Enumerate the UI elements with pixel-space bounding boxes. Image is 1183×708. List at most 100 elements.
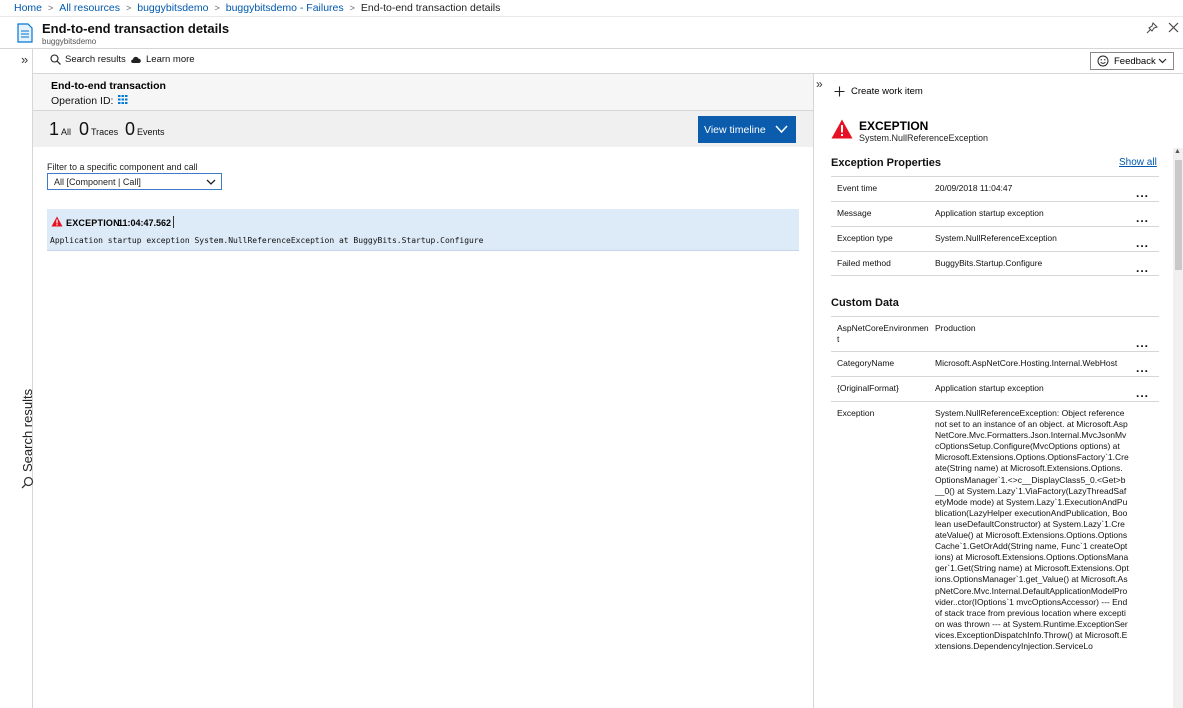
search-results-rail-button[interactable]: Search results (4, 389, 35, 609)
property-value: System.NullReferenceException (935, 233, 1057, 243)
chevron-down-icon (1158, 58, 1167, 64)
exception-row-time: 11:04:47.562 (118, 218, 172, 228)
transaction-title: End-to-end transaction (51, 80, 166, 92)
chevron-down-icon (775, 125, 788, 134)
chevron-right-icon: > (48, 3, 54, 13)
plus-icon (834, 86, 845, 97)
chevron-right-icon: > (214, 3, 220, 13)
property-value: BuggyBits.Startup.Configure (935, 258, 1043, 268)
operation-id-label: Operation ID: (51, 95, 114, 107)
breadcrumb-current: End-to-end transaction details (360, 2, 501, 14)
property-value: Application startup exception (935, 208, 1044, 218)
custom-data-table: AspNetCoreEnvironment Production ... Cat… (831, 316, 1159, 708)
document-icon (17, 23, 33, 43)
count-all-number: 1 (49, 119, 60, 139)
transaction-header: End-to-end transaction Operation ID: (33, 74, 813, 111)
chevron-down-icon (206, 179, 216, 185)
chevron-right-icon: > (125, 3, 132, 13)
property-key: Message (837, 208, 872, 218)
create-work-item-button[interactable]: Create work item (834, 86, 923, 97)
count-events[interactable]: 0 Events (125, 119, 165, 140)
breadcrumb-buggybitsdemo[interactable]: buggybitsdemo (137, 2, 208, 14)
component-filter-select[interactable]: All [Component | Call] (47, 173, 222, 190)
exception-row-title: EXCEPTION (66, 218, 120, 228)
more-icon[interactable]: ... (1136, 261, 1149, 275)
learn-more-label: Learn more (146, 54, 195, 65)
breadcrumb-home[interactable]: Home (14, 2, 42, 14)
exception-properties-heading: Exception Properties (831, 157, 942, 169)
property-key: Event time (837, 183, 878, 193)
property-row: Failed method BuggyBits.Startup.Configur… (831, 251, 1159, 276)
custom-key: Exception (837, 408, 875, 418)
property-row: Message Application startup exception ..… (831, 201, 1159, 226)
custom-row: {OriginalFormat} Application startup exc… (831, 376, 1159, 401)
learn-more-button[interactable]: Learn more (130, 54, 195, 65)
toolbar: Search results Learn more Feedback (33, 49, 1183, 74)
expand-icon[interactable]: » (21, 52, 28, 67)
custom-row: CategoryName Microsoft.AspNetCore.Hostin… (831, 351, 1159, 376)
more-icon[interactable]: ... (1136, 236, 1149, 250)
counts-bar: 1 All 0 Traces 0 Events View timeline (33, 111, 813, 147)
more-icon[interactable]: ... (1136, 211, 1149, 225)
rail-label: Search results (20, 388, 35, 472)
property-value: 20/09/2018 11:04:47 (935, 183, 1013, 193)
exception-row[interactable]: EXCEPTION 11:04:47.562 Application start… (47, 209, 799, 251)
property-row: Event time 20/09/2018 11:04:47 ... (831, 176, 1159, 201)
custom-key: CategoryName (837, 358, 895, 368)
feedback-dropdown[interactable]: Feedback (1090, 52, 1174, 70)
grid-icon[interactable] (118, 95, 128, 104)
more-icon[interactable]: ... (1136, 361, 1149, 375)
custom-value: System.NullReferenceException: Object re… (935, 408, 1129, 651)
property-key: Failed method (837, 258, 891, 268)
count-events-number: 0 (125, 119, 136, 139)
warning-icon (51, 216, 63, 227)
details-exception-title: EXCEPTION (859, 119, 929, 133)
search-icon (50, 54, 61, 65)
more-icon[interactable]: ... (1136, 386, 1149, 400)
count-traces-number: 0 (79, 119, 90, 139)
breadcrumb: Home > All resources > buggybitsdemo > buggybi… (0, 0, 1183, 17)
custom-row: Exception System.NullReferenceException:… (831, 401, 1159, 708)
breadcrumb-failures[interactable]: buggybitsdemo - Failures (226, 2, 344, 14)
scrollbar-thumb[interactable] (1175, 160, 1182, 270)
search-results-rail: » Search results (0, 49, 35, 708)
count-traces[interactable]: 0 Traces (79, 119, 118, 140)
smiley-icon (1097, 55, 1109, 67)
count-events-label: Events (137, 127, 165, 137)
exception-properties-table: Event time 20/09/2018 11:04:47 ... Messa… (831, 176, 1159, 276)
details-exception-type: System.NullReferenceException (859, 133, 989, 143)
count-traces-label: Traces (91, 127, 119, 137)
scroll-up-icon[interactable]: ▲ (1174, 148, 1181, 155)
cloud-icon (131, 56, 141, 63)
blade-header: End-to-end transaction details buggybits… (0, 17, 1183, 49)
page-subtitle: buggybitsdemo (42, 37, 97, 46)
custom-value: Microsoft.AspNetCore.Hosting.Internal.We… (935, 358, 1118, 368)
custom-row: AspNetCoreEnvironment Production ... (831, 316, 1159, 351)
collapse-details-icon[interactable]: » (816, 77, 823, 91)
more-icon[interactable]: ... (1136, 186, 1149, 200)
custom-key: {OriginalFormat} (837, 383, 899, 393)
count-all-label: All (61, 127, 72, 137)
create-work-item-label: Create work item (851, 86, 923, 97)
property-row: Exception type System.NullReferenceExcep… (831, 226, 1159, 251)
view-timeline-button[interactable]: View timeline (698, 116, 796, 143)
exception-row-message: Application startup exception System.Nul… (50, 236, 484, 245)
pane-divider[interactable] (813, 74, 814, 708)
search-icon (21, 476, 34, 489)
search-results-label: Search results (65, 54, 126, 65)
pin-icon[interactable] (1146, 22, 1158, 34)
more-icon[interactable]: ... (1136, 336, 1149, 350)
details-scrollbar[interactable]: ▲ (1173, 148, 1183, 708)
error-icon (831, 119, 853, 139)
custom-key: AspNetCoreEnvironment (837, 323, 929, 344)
search-results-button[interactable]: Search results (50, 54, 126, 65)
breadcrumb-all-resources[interactable]: All resources (59, 2, 120, 14)
custom-value: Application startup exception (935, 383, 1044, 393)
filter-selected-value: All [Component | Call] (54, 177, 141, 187)
custom-value: Production (935, 323, 976, 333)
close-icon[interactable] (1168, 22, 1179, 33)
view-timeline-label: View timeline (704, 123, 766, 136)
show-all-link[interactable]: Show all (1119, 157, 1157, 168)
property-key: Exception type (837, 233, 893, 243)
count-all[interactable]: 1 All (49, 119, 71, 140)
